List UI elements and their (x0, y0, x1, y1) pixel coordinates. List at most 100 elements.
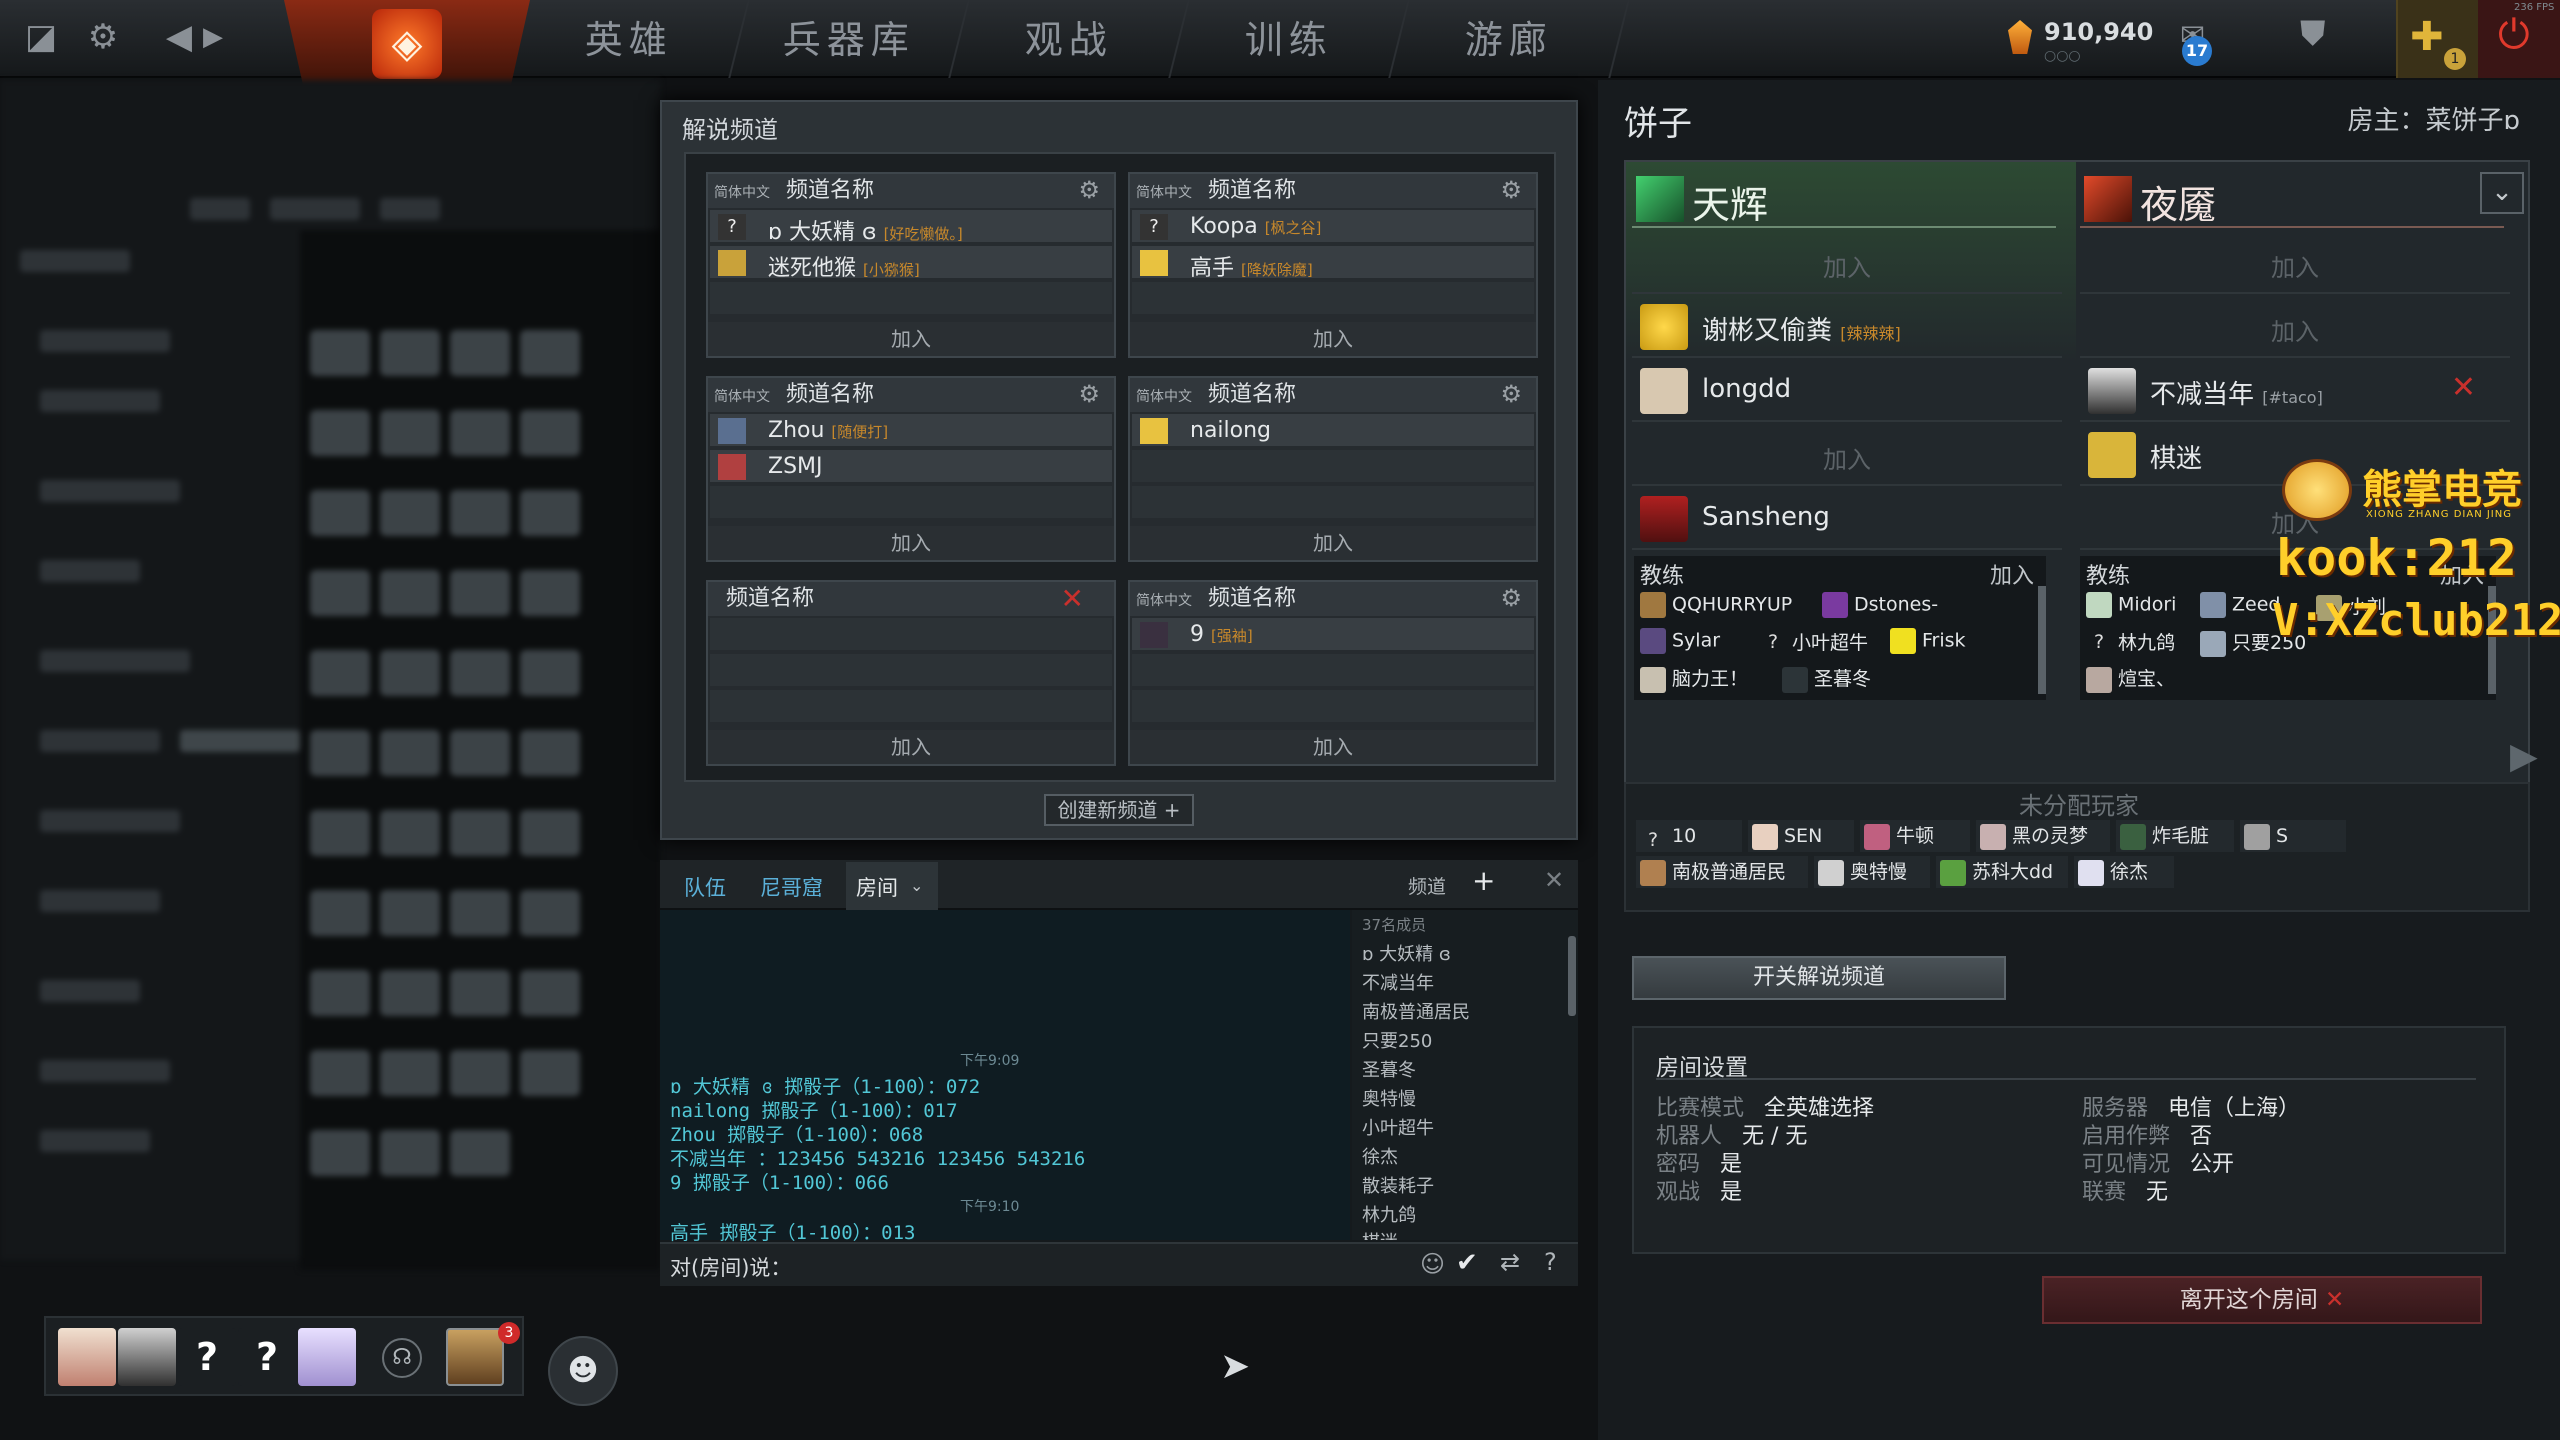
team-dropdown-chevron-icon[interactable]: ⌄ (2480, 172, 2524, 214)
leave-lobby-button[interactable]: 离开这个房间 ✕ (2042, 1276, 2482, 1324)
join-channel-button[interactable]: 加入 (708, 526, 1114, 560)
radiant-slot-empty[interactable]: 加入 (1632, 424, 2062, 486)
coach-scrollbar[interactable] (2038, 586, 2046, 694)
forward-arrow-icon[interactable]: ▶ (190, 14, 236, 60)
member-item[interactable]: 徐杰 (1362, 1143, 1398, 1169)
chat-panel: 队伍 尼哥窟 房间 ⌄ 频道 + ✕ 下午9:09 ɒ 大妖精 ɞ 掷骰子（1-… (660, 860, 1578, 1286)
watermark-kook: kook:212 (2276, 529, 2517, 587)
member-item[interactable]: 只要250 (1362, 1027, 1432, 1053)
chat-timestamp: 下午9:10 (960, 1199, 1020, 1215)
party-avatar[interactable] (298, 1328, 356, 1386)
member-tag: [强袖] (1211, 627, 1253, 645)
plus-icon: ✚ (2410, 14, 2444, 60)
member-item[interactable]: 小叶超牛 (1362, 1114, 1434, 1140)
chat-line: Zhou 掷骰子（1-100）：068 (670, 1124, 924, 1146)
tab-armory[interactable]: 兵器库 (730, 0, 970, 78)
join-channel-button[interactable]: 加入 (1130, 730, 1536, 764)
friends-icon[interactable]: ☻ (548, 1336, 618, 1406)
tab-arcade[interactable]: 游廊 (1390, 0, 1630, 78)
dire-slot-empty[interactable]: 加入 (2080, 296, 2510, 358)
close-channel-icon[interactable]: ✕ (1061, 582, 1084, 615)
player-name: 10 (1672, 825, 1697, 847)
radiant-slot-empty[interactable]: 加入 (1632, 232, 2062, 294)
channel-member-row[interactable]: 9 [强袖] (1132, 618, 1534, 652)
member-item[interactable]: 棋迷 (1362, 1228, 1398, 1240)
member-item[interactable]: 散装耗子 (1362, 1172, 1434, 1198)
member-item[interactable]: ɒ 大妖精 ɞ (1362, 940, 1451, 966)
member-item[interactable]: 圣暮冬 (1362, 1056, 1416, 1082)
channel-settings-gear-icon[interactable]: ⚙ (1078, 176, 1100, 204)
lobby-title: 饼子 (1624, 104, 1692, 144)
avatar (718, 418, 746, 444)
channel-card: 简体中文 频道名称 ⚙ nailong 加入 (1128, 376, 1538, 562)
voice-chat-icon[interactable]: ☊ (382, 1338, 422, 1378)
join-channel-button[interactable]: 加入 (1130, 322, 1536, 356)
player-name: Sansheng (1702, 502, 1830, 532)
channel-member-row[interactable]: Zhou [随便打] (710, 414, 1112, 448)
player-name: 苏科大dd (1972, 861, 2054, 883)
empty-party-slot-icon[interactable]: ? (178, 1328, 236, 1386)
avatar (718, 250, 746, 276)
dota-logo-button[interactable]: ◈ (284, 0, 530, 88)
channel-member-row[interactable]: ? ɒ 大妖精 ɞ [好吃懒做。] (710, 210, 1112, 245)
armory-shield-icon[interactable]: ⛊ (2300, 14, 2346, 60)
mail-count-badge: 17 (2182, 36, 2212, 66)
member-item[interactable]: 林九鸽 (1362, 1201, 1416, 1227)
close-chat-icon[interactable]: ✕ (1544, 866, 1564, 894)
channel-member-row[interactable]: 高手 [降妖除魔] (1132, 246, 1534, 281)
avatar (1140, 250, 1168, 276)
empty-row (1132, 486, 1534, 520)
chat-input-prefix: 对(房间)说： (670, 1256, 792, 1280)
channel-member-row[interactable]: 迷死他猴 [小猕猴] (710, 246, 1112, 281)
member-item[interactable]: 南极普通居民 (1362, 998, 1470, 1024)
translate-icon[interactable]: ⇄ (1500, 1248, 1520, 1276)
toggle-broadcast-button[interactable]: 开关解说频道 (1632, 956, 2006, 1000)
radiant-slot-player[interactable]: longdd (1632, 360, 2062, 422)
channel-member-row[interactable]: nailong (1132, 414, 1534, 448)
join-channel-button[interactable]: 加入 (708, 730, 1114, 764)
avatar (1752, 823, 1778, 850)
tab-heroes[interactable]: 英雄 (510, 0, 750, 78)
tab-watch[interactable]: 观战 (950, 0, 1190, 78)
dire-underline (2080, 226, 2504, 228)
send-check-icon[interactable]: ✔ (1456, 1248, 1478, 1278)
avatar (2078, 859, 2104, 886)
settings-gear-icon[interactable]: ⚙ (80, 14, 126, 60)
tab-learn[interactable]: 训练 (1170, 0, 1410, 78)
party-avatar[interactable] (58, 1328, 116, 1386)
member-scrollbar[interactable] (1568, 936, 1576, 1016)
channel-settings-gear-icon[interactable]: ⚙ (1078, 380, 1100, 408)
coach-name: 脑力王！ (1672, 668, 1749, 690)
dota-menu-icon[interactable]: ◪ (18, 14, 64, 60)
chat-input-field[interactable] (786, 1250, 1326, 1280)
channels-label[interactable]: 频道 (1408, 872, 1446, 899)
member-item[interactable]: 不减当年 (1362, 969, 1434, 995)
party-avatar[interactable] (118, 1328, 176, 1386)
channel-member-row[interactable]: ZSMJ (710, 450, 1112, 484)
radiant-slot-player[interactable]: 谢彬又偷粪 [辣辣辣] (1632, 296, 2062, 358)
empty-party-slot-icon[interactable]: ? (238, 1328, 296, 1386)
channel-settings-gear-icon[interactable]: ⚙ (1500, 176, 1522, 204)
coach-name: Frisk (1922, 629, 1966, 652)
help-icon[interactable]: ? (1544, 1248, 1557, 1276)
channel-settings-gear-icon[interactable]: ⚙ (1500, 380, 1522, 408)
join-channel-button[interactable]: 加入 (708, 322, 1114, 356)
avatar (2088, 368, 2136, 414)
member-tag: [降妖除魔] (1241, 261, 1313, 279)
kick-player-icon[interactable]: ✕ (2451, 370, 2476, 405)
join-coach-button[interactable]: 加入 (1990, 558, 2034, 590)
radiant-slot-player[interactable]: Sansheng (1632, 488, 2062, 550)
channel-settings-gear-icon[interactable]: ⚙ (1500, 584, 1522, 612)
dire-slot-player[interactable]: 不减当年 [#taco] ✕ (2080, 360, 2510, 422)
chat-tab-guild[interactable]: 尼哥窟 (760, 872, 823, 902)
expand-arrow-icon[interactable]: ▶ (2510, 736, 2538, 777)
chat-tab-party[interactable]: 队伍 (684, 872, 726, 902)
emoji-icon[interactable]: ☺ (1420, 1250, 1445, 1278)
add-channel-icon[interactable]: + (1472, 864, 1495, 897)
event-item-icon[interactable] (446, 1328, 504, 1386)
member-item[interactable]: 奥特慢 (1362, 1085, 1416, 1111)
dire-slot-empty[interactable]: 加入 (2080, 232, 2510, 294)
create-channel-button[interactable]: 创建新频道 + (1044, 794, 1194, 826)
channel-member-row[interactable]: ? Koopa [枫之谷] (1132, 210, 1534, 244)
join-channel-button[interactable]: 加入 (1130, 526, 1536, 560)
